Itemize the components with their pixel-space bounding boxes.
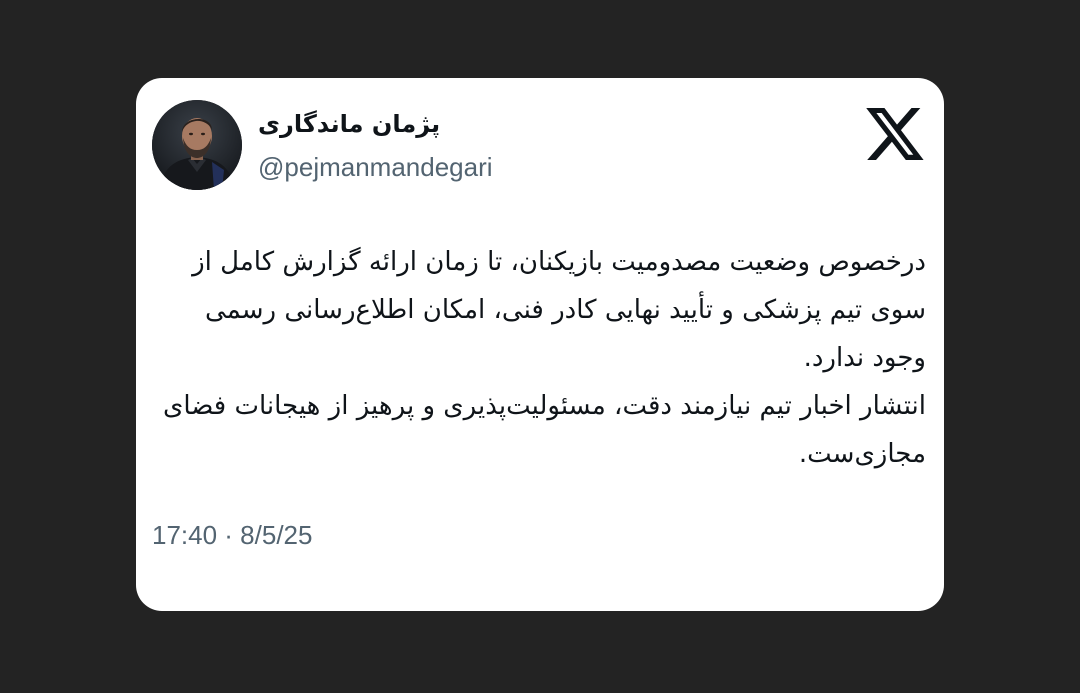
x-logo-icon [866, 108, 924, 160]
tweet-text: درخصوص وضعیت مصدومیت بازیکنان، تا زمان ا… [158, 238, 926, 478]
user-handle[interactable]: @pejmanmandegari [258, 152, 493, 183]
avatar[interactable] [152, 100, 242, 190]
tweet-paragraph: انتشار اخبار تیم نیازمند دقت، مسئولیت‌پذ… [162, 391, 926, 469]
tweet-paragraph: درخصوص وضعیت مصدومیت بازیکنان، تا زمان ا… [192, 247, 926, 373]
tweet-card: پژمان ماندگاری @pejmanmandegari درخصوص و… [136, 78, 944, 611]
tweet-timestamp[interactable]: 17:40 · 8/5/25 [152, 520, 312, 551]
profile-photo [152, 100, 242, 190]
display-name[interactable]: پژمان ماندگاری [258, 110, 458, 138]
